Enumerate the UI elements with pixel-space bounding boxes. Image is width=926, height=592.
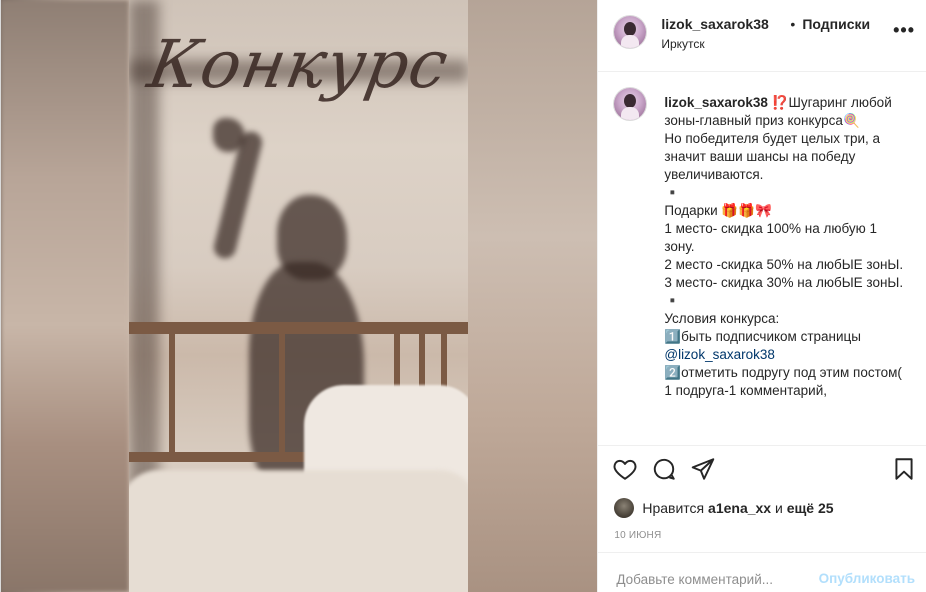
caption-line: 1 место- скидка 100% на любую 1 зону. xyxy=(664,221,878,254)
caption-username[interactable]: lizok_saxarok38 xyxy=(664,95,768,110)
caption-line: ▪️ xyxy=(664,185,682,200)
avatar-face xyxy=(624,94,637,108)
comment-input[interactable] xyxy=(614,571,809,588)
post-date[interactable]: 10 ИЮНЯ xyxy=(614,530,661,541)
post-caption: lizok_saxarok38 ⁉️Шугаринг любой зоны-гл… xyxy=(664,94,904,400)
avatar-face xyxy=(624,22,637,36)
post-dialog: Конкурс lizok_saxarok38 • Подписки Иркут… xyxy=(0,0,926,592)
bed-sheet xyxy=(129,470,468,592)
bookmark-icon[interactable] xyxy=(891,456,917,482)
headboard-bar xyxy=(169,334,175,452)
avatar-body xyxy=(621,107,640,120)
comment-icon[interactable] xyxy=(651,456,677,482)
likes-connector: и xyxy=(774,500,783,516)
caption-line: 1️⃣быть подписчиком страницы xyxy=(664,329,861,344)
caption-line: Но победителя будет целых три, а значит … xyxy=(664,131,880,182)
caption-line: Подарки 🎁🎁🎀 xyxy=(664,203,772,218)
likes-text: Нравится a1ena_xx и ещё 25 xyxy=(642,500,833,516)
paper-plane-icon[interactable] xyxy=(690,456,716,482)
location-link[interactable]: Иркутск xyxy=(661,37,704,51)
caption-line: 2️⃣отметить подругу под этим постом( 1 п… xyxy=(664,365,902,398)
heart-icon[interactable] xyxy=(612,456,638,482)
silhouette-hand xyxy=(213,118,245,152)
liker-username[interactable]: a1ena_xx xyxy=(708,500,771,516)
post-media[interactable]: Конкурс xyxy=(1,0,598,592)
liker-avatar[interactable] xyxy=(614,498,635,518)
comments-section[interactable]: lizok_saxarok38 ⁉️Шугаринг любой зоны-гл… xyxy=(598,72,926,446)
story-overlay-text: Конкурс xyxy=(142,26,455,103)
mention-link[interactable]: @lizok_saxarok38 xyxy=(664,347,775,362)
action-bar xyxy=(598,456,926,492)
header-separator: • xyxy=(790,16,796,32)
author-username[interactable]: lizok_saxarok38 xyxy=(661,16,768,32)
post-date-row: 10 ИЮНЯ xyxy=(598,524,926,553)
caption-line: 2 место -скидка 50% на любЫЕ зонЫ. xyxy=(664,257,904,272)
caption-line: 3 место- скидка 30% на любЫЕ зонЫ. xyxy=(664,275,904,290)
caption-line: Условия конкурса: xyxy=(664,311,780,326)
follow-button[interactable]: Подписки xyxy=(802,16,870,32)
post-sidebar: lizok_saxarok38 • Подписки Иркутск ••• l… xyxy=(597,0,926,592)
publish-button[interactable]: Опубликовать xyxy=(819,571,915,586)
post-header: lizok_saxarok38 • Подписки Иркутск ••• xyxy=(598,0,926,72)
headboard-bar xyxy=(279,334,285,452)
add-comment-row: Опубликовать xyxy=(598,553,926,592)
media-blur-right xyxy=(467,0,598,592)
more-options-icon[interactable]: ••• xyxy=(893,20,915,41)
author-avatar[interactable] xyxy=(614,16,647,48)
likes-others[interactable]: ещё 25 xyxy=(787,500,834,516)
caption-author-avatar[interactable] xyxy=(614,88,647,120)
likes-prefix: Нравится xyxy=(642,500,705,516)
avatar-body xyxy=(621,35,640,48)
likes-row[interactable]: Нравится a1ena_xx и ещё 25 xyxy=(598,498,926,524)
media-blur-left xyxy=(1,0,129,592)
caption-line: ▪️ xyxy=(664,293,682,308)
headboard-rail xyxy=(129,322,468,334)
